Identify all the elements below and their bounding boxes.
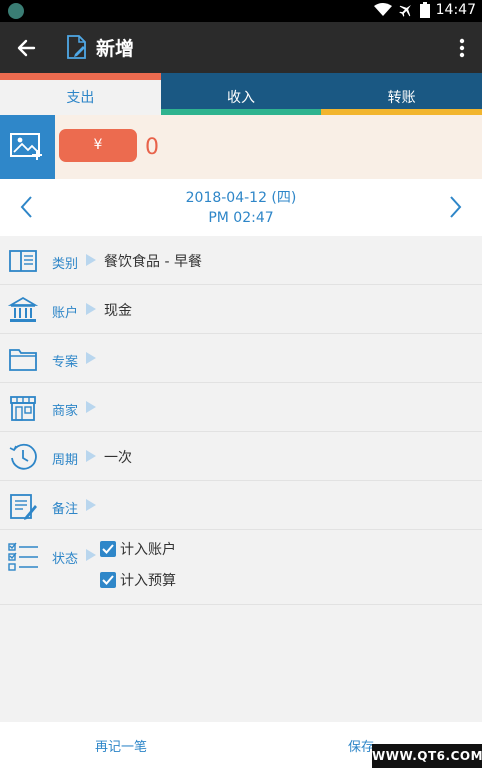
field-project-label: 专案	[52, 355, 79, 370]
transaction-fields: 类别 餐饮食品 - 早餐 账户 现金 专案 商家 周期 一次 备注 状态 计入账…	[0, 236, 482, 722]
field-category[interactable]: 类别 餐饮食品 - 早餐	[0, 236, 482, 285]
field-account-label: 账户	[52, 306, 79, 321]
field-account[interactable]: 账户 现金	[0, 285, 482, 334]
field-category-label: 类别	[52, 257, 79, 272]
save-button[interactable]: 保存	[348, 736, 374, 755]
checkbox-checked-icon	[100, 572, 116, 588]
amount-value[interactable]: 0	[145, 135, 159, 160]
book-icon	[9, 250, 37, 272]
next-date-icon[interactable]	[444, 194, 466, 220]
tab-income-label: 收入	[227, 90, 255, 106]
checklist-icon	[8, 542, 38, 571]
checkbox-checked-icon	[100, 541, 116, 557]
field-note[interactable]: 备注	[0, 481, 482, 530]
tab-expense-label: 支出	[66, 90, 95, 106]
folder-icon	[9, 349, 37, 371]
time-text: PM 02:47	[208, 210, 274, 226]
bank-icon	[8, 296, 38, 322]
date-row: 2018-04-12 (四) PM 02:47	[0, 179, 482, 236]
field-merchant-label: 商家	[52, 404, 79, 419]
arrow-right-icon	[86, 303, 96, 315]
field-status: 状态 计入账户 计入预算	[0, 533, 482, 605]
airplane-icon	[398, 5, 411, 17]
tab-income[interactable]: 收入	[160, 73, 322, 115]
tab-expense[interactable]: 支出	[0, 73, 161, 115]
tab-expense-indicator	[0, 73, 161, 80]
arrow-right-icon	[86, 549, 96, 561]
date-time-display[interactable]: 2018-04-12 (四) PM 02:47	[0, 188, 482, 228]
arrow-right-icon	[86, 352, 96, 364]
include-in-budget-label: 计入预算	[120, 573, 176, 589]
field-recurrence[interactable]: 周期 一次	[0, 432, 482, 481]
currency-button[interactable]: ¥	[59, 129, 137, 162]
battery-icon	[419, 2, 430, 18]
transaction-type-tabs: 支出 收入 转账	[0, 73, 482, 115]
store-icon	[10, 396, 36, 421]
arrow-right-icon	[86, 254, 96, 266]
field-merchant[interactable]: 商家	[0, 383, 482, 432]
status-bar: 14:47	[0, 0, 482, 22]
edit-document-icon	[67, 35, 86, 59]
field-note-label: 备注	[52, 502, 79, 517]
arrow-right-icon	[86, 499, 96, 511]
watermark: WWW.QT6.COM	[372, 744, 482, 768]
back-arrow-icon[interactable]	[14, 35, 40, 61]
amount-row: ¥ 0	[0, 115, 482, 179]
clock-time: 14:47	[435, 2, 476, 18]
field-account-value: 现金	[104, 303, 132, 319]
field-status-label: 状态	[52, 552, 79, 567]
arrow-right-icon	[86, 401, 96, 413]
field-recurrence-value: 一次	[104, 450, 132, 466]
photo-icon	[10, 133, 42, 160]
include-in-account-label: 计入账户	[120, 542, 176, 558]
page-title: 新增	[96, 38, 135, 60]
add-another-button[interactable]: 再记一笔	[95, 736, 147, 755]
date-text: 2018-04-12 (四)	[185, 190, 297, 206]
include-in-account-checkbox[interactable]: 计入账户	[100, 539, 176, 559]
bottom-action-bar: 再记一笔 保存 WWW.QT6.COM	[0, 722, 482, 768]
tab-transfer[interactable]: 转账	[321, 73, 482, 115]
field-category-value: 餐饮食品 - 早餐	[104, 254, 202, 270]
clock-icon	[9, 443, 37, 470]
field-project[interactable]: 专案	[0, 334, 482, 383]
notification-app-icon	[8, 3, 24, 19]
note-icon	[10, 494, 37, 520]
add-photo-button[interactable]	[0, 115, 55, 179]
tab-transfer-label: 转账	[387, 90, 416, 106]
field-recurrence-label: 周期	[52, 453, 79, 468]
wifi-icon	[373, 3, 392, 16]
app-bar: 新增	[0, 22, 482, 73]
include-in-budget-checkbox[interactable]: 计入预算	[100, 570, 176, 590]
more-menu-icon[interactable]	[454, 36, 470, 60]
arrow-right-icon	[86, 450, 96, 462]
